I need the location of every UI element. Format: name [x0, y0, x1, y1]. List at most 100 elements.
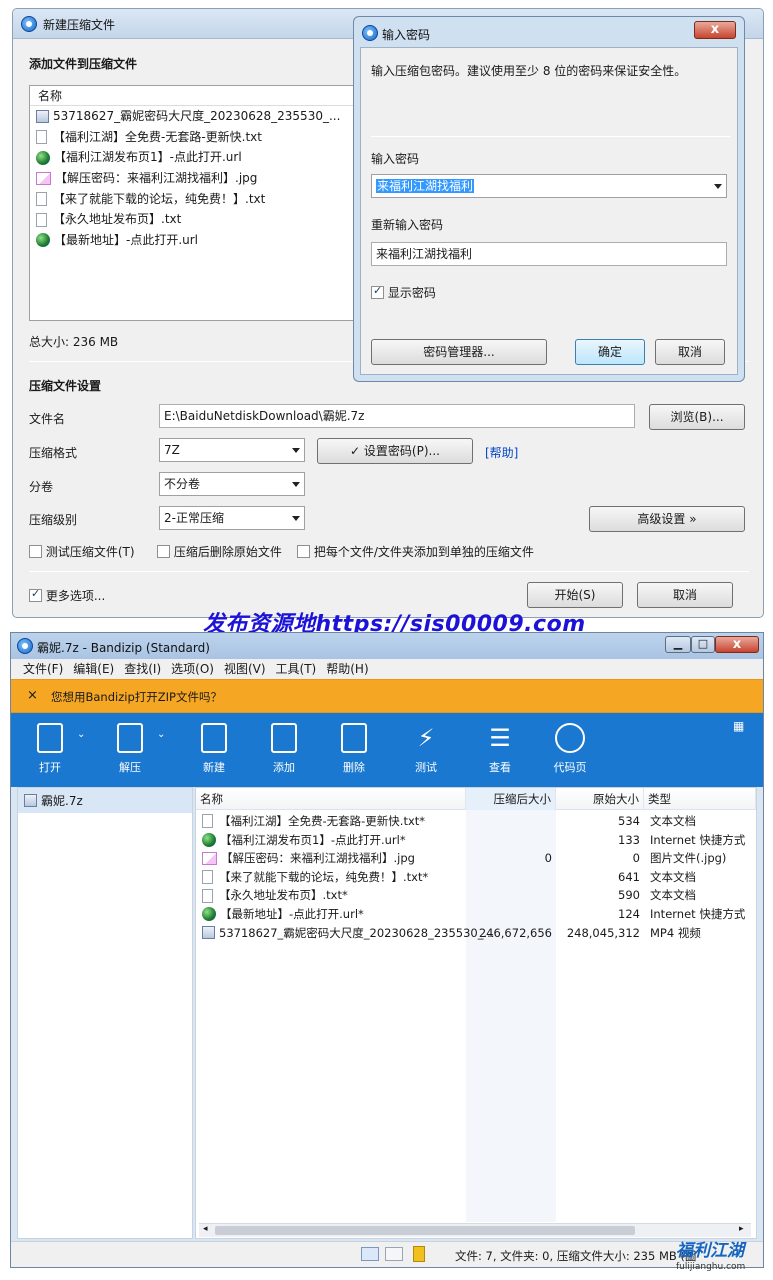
row-name: 【最新地址】-点此打开.url* — [220, 907, 364, 921]
advanced-settings-button[interactable]: 高级设置 » — [589, 506, 745, 532]
close-button[interactable]: x — [694, 21, 736, 39]
split-label: 分卷 — [29, 480, 54, 494]
password-combo[interactable]: 来福利江湖找福利 — [371, 174, 727, 198]
show-password-checkbox[interactable] — [371, 284, 384, 299]
list-item[interactable]: 【解压密码：来福利江湖找福利】.jpg — [30, 168, 358, 189]
menu-bar: 文件(F) 编辑(E) 查找(I) 选项(O) 视图(V) 工具(T) 帮助(H) — [11, 659, 763, 679]
table-row[interactable]: 【最新地址】-点此打开.url* 124 Internet 快捷方式 — [196, 905, 756, 924]
column-name[interactable]: 名称 — [196, 788, 466, 810]
column-type[interactable]: 类型 — [644, 788, 756, 810]
browse-button[interactable]: 浏览(B)... — [649, 404, 745, 430]
list-header-name[interactable]: 名称 — [30, 86, 358, 106]
list-item[interactable]: 53718627_霸妮密码大尺度_20230628_235530_... — [30, 106, 358, 127]
toolbar-button[interactable]: 新建 — [191, 723, 237, 775]
cell-original-size: 641 — [618, 869, 640, 884]
archive-info-icon[interactable] — [413, 1246, 425, 1262]
password-cancel-button[interactable]: 取消 — [655, 339, 725, 365]
more-options-checkbox[interactable] — [29, 587, 42, 602]
toolbar-button[interactable]: 代码页 — [547, 723, 593, 775]
ok-button[interactable]: 确定 — [575, 339, 645, 365]
toolbar-button[interactable]: 打开 — [27, 723, 73, 775]
table-row[interactable]: 【解压密码：来福利江湖找福利】.jpg 0 0 图片文件(.jpg) — [196, 849, 756, 868]
format-select[interactable]: 7Z — [159, 438, 305, 462]
toolbar-label: 删除 — [343, 761, 365, 774]
close-button[interactable]: x — [715, 636, 759, 653]
each-separately-checkbox[interactable] — [297, 545, 310, 558]
maximize-button[interactable]: □ — [691, 636, 715, 653]
table-row[interactable]: 53718627_霸妮密码大尺度_20230628_235530_... 246,… — [196, 924, 756, 943]
table-row[interactable]: 【福利江湖发布页1】-点此打开.url* 133 Internet 快捷方式 — [196, 831, 756, 850]
chevron-down-icon[interactable]: ⌄ — [77, 729, 85, 740]
test-archive-checkbox[interactable] — [29, 545, 42, 558]
table-row[interactable]: 【来了就能下载的论坛，纯免费！】.txt* 641 文本文档 — [196, 868, 756, 887]
delete-after-checkbox[interactable] — [157, 545, 170, 558]
globe-icon — [202, 907, 216, 922]
more-options-option[interactable]: 更多选项... — [29, 587, 105, 604]
column-original-size[interactable]: 原始大小 — [556, 788, 644, 810]
toolbar-button[interactable]: 添加 — [261, 723, 307, 775]
list-item[interactable]: 【来了就能下载的论坛，纯免费！】.txt — [30, 189, 358, 210]
logo-url: fulijianghu.com — [676, 1262, 746, 1272]
each-separately-option[interactable]: 把每个文件/文件夹添加到单独的压缩文件 — [297, 543, 534, 560]
table-row[interactable]: 【永久地址发布页】.txt* 590 文本文档 — [196, 886, 756, 905]
text-file-icon — [36, 192, 47, 207]
toolbar-button[interactable]: ⚡ 测试 — [403, 723, 449, 775]
list-item[interactable]: 【福利江湖发布页1】-点此打开.url — [30, 147, 358, 168]
details-view-icon[interactable] — [361, 1247, 379, 1261]
row-name: 【来了就能下载的论坛，纯免费！】.txt* — [219, 869, 429, 884]
scroll-right-icon[interactable]: ▸ — [739, 1224, 744, 1234]
file-list[interactable]: 名称 53718627_霸妮密码大尺度_20230628_235530_... 【… — [29, 85, 359, 321]
list-item[interactable]: 【最新地址】-点此打开.url — [30, 230, 358, 251]
window-title: 霸妮.7z - Bandizip (Standard) — [37, 641, 210, 655]
menu-item[interactable]: 查找(I) — [124, 659, 161, 679]
notice-text[interactable]: 您想用Bandizip打开ZIP文件吗？ — [51, 689, 222, 705]
menu-item[interactable]: 编辑(E) — [73, 659, 114, 679]
menu-item[interactable]: 工具(T) — [276, 659, 317, 679]
row-name: 【福利江湖】全免费-无套路-更新快.txt* — [219, 814, 426, 828]
test-archive-label: 测试压缩文件(T) — [45, 545, 135, 559]
scroll-left-icon[interactable]: ◂ — [203, 1224, 208, 1234]
minimize-button[interactable]: ▁ — [665, 636, 691, 653]
column-packed-size[interactable]: 压缩后大小 — [466, 788, 556, 810]
cell-type: MP4 视频 — [650, 925, 701, 940]
scroll-thumb[interactable] — [215, 1226, 635, 1235]
notice-close-icon[interactable]: × — [27, 688, 38, 703]
split-select[interactable]: 不分卷 — [159, 472, 305, 496]
archive-icon — [24, 794, 37, 807]
reenter-password-input[interactable]: 来福利江湖找福利 — [371, 242, 727, 266]
grid-header: 名称 压缩后大小 原始大小 类型 — [196, 788, 756, 810]
divider — [371, 136, 731, 137]
show-password-option[interactable]: 显示密码 — [371, 284, 436, 301]
delete-after-option[interactable]: 压缩后删除原始文件 — [157, 543, 282, 560]
cancel-button[interactable]: 取消 — [637, 582, 733, 608]
test-archive-option[interactable]: 测试压缩文件(T) — [29, 543, 135, 560]
folder-tree[interactable]: 霸妮.7z — [17, 787, 193, 1239]
file-name: 【来了就能下载的论坛，纯免费！】.txt — [53, 191, 266, 206]
cell-original-size: 534 — [618, 814, 640, 828]
toolbar-button[interactable]: ☰ 查看 — [477, 723, 523, 775]
start-button[interactable]: 开始(S) — [527, 582, 623, 608]
table-row[interactable]: 【福利江湖】全免费-无套路-更新快.txt* 534 文本文档 — [196, 812, 756, 831]
chevron-down-icon[interactable]: ⌄ — [157, 729, 165, 740]
set-password-button[interactable]: ✓ 设置密码(P)... — [317, 438, 473, 464]
password-manager-button[interactable]: 密码管理器... — [371, 339, 547, 365]
filename-input[interactable]: E:\BaiduNetdiskDownload\霸妮.7z — [159, 404, 635, 428]
cell-packed-size: 0 — [544, 851, 552, 866]
help-link[interactable]: [帮助] — [485, 444, 518, 461]
toolbar-button[interactable]: 解压 — [107, 723, 153, 775]
menu-item[interactable]: 帮助(H) — [326, 659, 368, 679]
each-separately-label: 把每个文件/文件夹添加到单独的压缩文件 — [313, 545, 534, 559]
tree-item-archive[interactable]: 霸妮.7z — [18, 788, 192, 813]
list-item[interactable]: 【福利江湖】全免费-无套路-更新快.txt — [30, 127, 358, 148]
list-view-icon[interactable] — [385, 1247, 403, 1261]
menu-item[interactable]: 文件(F) — [23, 659, 63, 679]
menu-item[interactable]: 视图(V) — [224, 659, 266, 679]
window-title: 新建压缩文件 — [43, 18, 116, 32]
horizontal-scrollbar[interactable]: ◂ ▸ — [199, 1223, 751, 1237]
toolbar-button[interactable]: 删除 — [331, 723, 377, 775]
level-select[interactable]: 2-正常压缩 — [159, 506, 305, 530]
layout-grid-icon[interactable]: ▦ — [733, 719, 744, 733]
file-grid[interactable]: 名称 压缩后大小 原始大小 类型 【福利江湖】全免费-无套路-更新快.txt* 5… — [195, 787, 757, 1239]
menu-item[interactable]: 选项(O) — [171, 659, 214, 679]
list-item[interactable]: 【永久地址发布页】.txt — [30, 209, 358, 230]
